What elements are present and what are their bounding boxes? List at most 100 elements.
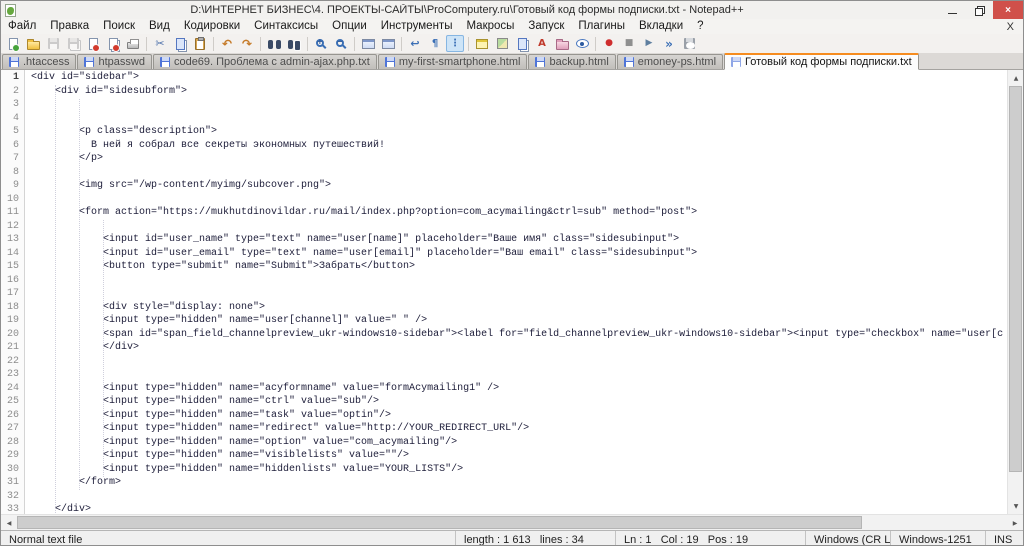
code-line-3[interactable] [31,99,1007,113]
code-line-26[interactable]: <input type="hidden" name="task" value="… [31,410,1007,424]
status-insert-mode[interactable]: INS [985,531,1023,546]
restore-button[interactable] [966,1,993,19]
close-all-button[interactable] [104,35,122,52]
tab-4[interactable]: backup.html [528,54,615,69]
copy-button[interactable] [171,35,189,52]
menu-item[interactable]: Плагины [571,19,632,34]
code-line-14[interactable]: <input id="user_email" type="text" name=… [31,248,1007,262]
paste-button[interactable] [191,35,209,52]
code-line-30[interactable]: <input type="hidden" name="hiddenlists" … [31,464,1007,478]
horizontal-scrollbar-thumb[interactable] [17,516,862,529]
open-file-button[interactable] [24,35,42,52]
code-line-24[interactable]: <input type="hidden" name="acyformname" … [31,383,1007,397]
code-line-2[interactable]: <div id="sidesubform"> [31,86,1007,100]
show-all-characters-button[interactable]: ¶ [426,35,444,52]
code-line-29[interactable]: <input type="hidden" name="visiblelists"… [31,450,1007,464]
macro-stop-button[interactable]: ■ [620,35,638,52]
tab-6[interactable]: Готовый код формы подписки.txt [724,53,919,70]
scroll-up-arrow-icon[interactable]: ▲ [1008,70,1023,86]
cut-button[interactable]: ✂ [151,35,169,52]
horizontal-scrollbar[interactable]: ◀ ▶ [1,514,1023,530]
menu-item[interactable]: Вкладки [632,19,690,34]
code-line-11[interactable]: <form action="https://mukhutdinovildar.r… [31,207,1007,221]
redo-button[interactable]: ↷ [238,35,256,52]
tab-3[interactable]: my-first-smartphone.html [378,54,528,69]
minimize-button[interactable] [939,1,966,19]
code-line-4[interactable] [31,113,1007,127]
code-line-18[interactable]: <div style="display: none"> [31,302,1007,316]
code-line-1[interactable]: <div id="sidebar"> [31,72,1007,86]
sync-horizontal-scroll-button[interactable] [379,35,397,52]
new-file-button[interactable] [4,35,22,52]
find-button[interactable] [265,35,283,52]
menu-item[interactable]: Кодировки [177,19,247,34]
code-line-15[interactable]: <button type="submit" name="Submit">Забр… [31,261,1007,275]
code-line-7[interactable]: </p> [31,153,1007,167]
code-area[interactable]: <div id="sidebar"> <div id="sidesubform"… [25,70,1007,514]
code-line-13[interactable]: <input id="user_name" type="text" name="… [31,234,1007,248]
menu-item[interactable]: Запуск [521,19,571,34]
scroll-down-arrow-icon[interactable]: ▼ [1008,498,1023,514]
document-map-button[interactable] [493,35,511,52]
code-line-19[interactable]: <input type="hidden" name="user[channel]… [31,315,1007,329]
function-list-button[interactable] [513,35,531,52]
vertical-scrollbar-thumb[interactable] [1009,86,1022,472]
menu-item[interactable]: ? [690,19,710,34]
macro-play-button[interactable]: ▶ [640,35,658,52]
close-document-button[interactable]: X [998,21,1023,33]
macro-run-multiple-button[interactable]: » [660,35,678,52]
code-line-25[interactable]: <input type="hidden" name="ctrl" value="… [31,396,1007,410]
print-button[interactable] [124,35,142,52]
menu-item[interactable]: Правка [43,19,96,34]
code-line-16[interactable] [31,275,1007,289]
code-line-28[interactable]: <input type="hidden" name="option" value… [31,437,1007,451]
tab-0[interactable]: .htaccess [2,54,76,69]
menu-item[interactable]: Вид [142,19,177,34]
code-line-27[interactable]: <input type="hidden" name="redirect" val… [31,423,1007,437]
save-button[interactable] [44,35,62,52]
tab-2[interactable]: code69. Проблема с admin-ajax.php.txt [153,54,377,69]
menu-item[interactable]: Макросы [459,19,521,34]
folder-as-workspace-button[interactable] [553,35,571,52]
vertical-scrollbar[interactable]: ▲ ▼ [1007,70,1023,514]
code-line-22[interactable] [31,356,1007,370]
code-line-5[interactable]: <p class="description"> [31,126,1007,140]
menu-item[interactable]: Инструменты [374,19,460,34]
replace-button[interactable] [285,35,303,52]
menu-item[interactable]: Синтаксисы [247,19,325,34]
udl-dialog-button[interactable] [473,35,491,52]
scroll-right-arrow-icon[interactable]: ▶ [1007,515,1023,531]
document-peek-button[interactable]: A [533,35,551,52]
code-line-10[interactable] [31,194,1007,208]
undo-button[interactable]: ↶ [218,35,236,52]
scroll-left-arrow-icon[interactable]: ◀ [1,515,17,531]
close-window-button[interactable]: × [993,1,1023,19]
menu-item[interactable]: Опции [325,19,374,34]
menu-item[interactable]: Файл [1,19,43,34]
code-line-20[interactable]: <span id="span_field_channelpreview_ukr-… [31,329,1007,343]
code-line-33[interactable]: </div> [31,504,1007,514]
code-line-32[interactable] [31,491,1007,505]
word-wrap-button[interactable]: ↩ [406,35,424,52]
status-eol-format[interactable]: Windows (CR LF) [805,531,890,546]
menu-item[interactable]: Поиск [96,19,142,34]
code-line-17[interactable] [31,288,1007,302]
tab-5[interactable]: emoney-ps.html [617,54,723,69]
code-line-12[interactable] [31,221,1007,235]
macro-record-button[interactable]: ● [600,35,618,52]
tab-1[interactable]: htpasswd [77,54,151,69]
code-line-9[interactable]: <img src="/wp-content/myimg/subcover.png… [31,180,1007,194]
code-line-8[interactable] [31,167,1007,181]
code-line-21[interactable]: </div> [31,342,1007,356]
monitoring-button[interactable] [573,35,591,52]
close-button[interactable] [84,35,102,52]
zoom-out-button[interactable] [332,35,350,52]
code-line-31[interactable]: </form> [31,477,1007,491]
indent-guide-button[interactable]: ⋮ [446,35,464,52]
zoom-in-button[interactable] [312,35,330,52]
code-line-23[interactable] [31,369,1007,383]
status-cursor-position[interactable]: Ln : 1 Col : 19 Pos : 19 [615,531,805,546]
code-line-6[interactable]: В ней я собрал все секреты экономных пут… [31,140,1007,154]
status-encoding[interactable]: Windows-1251 [890,531,985,546]
macro-save-button[interactable] [680,35,698,52]
